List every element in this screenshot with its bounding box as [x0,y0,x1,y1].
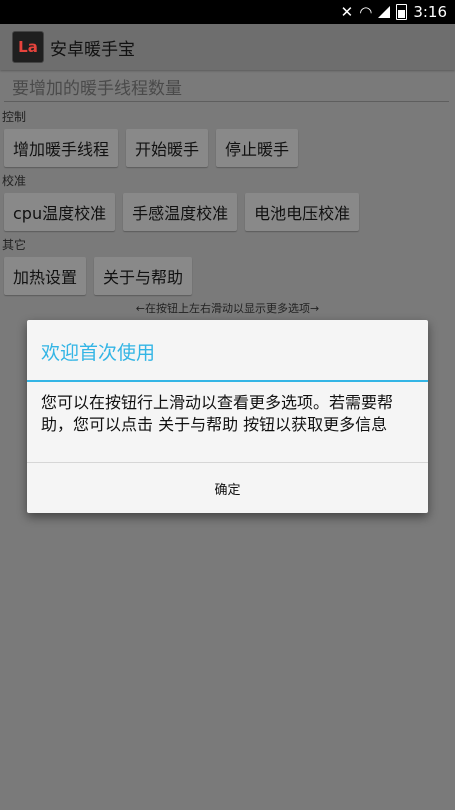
app-title: 安卓暖手宝 [50,39,135,60]
dialog-title-divider [27,380,428,382]
app-logo: La [12,31,44,63]
stop-warming-button[interactable]: 停止暖手 [216,129,299,167]
swipe-hint: ←在按钮上左右滑动以显示更多选项→ [135,302,320,315]
signal-icon [378,6,391,18]
battery-icon [396,4,408,20]
section-label-other: 其它 [2,238,27,252]
heating-settings-button[interactable]: 加热设置 [4,257,87,295]
hand-temp-calibration-button[interactable]: 手感温度校准 [123,193,238,231]
mute-icon: ✕ [340,3,354,21]
control-button-row[interactable]: 增加暖手线程 开始暖手 停止暖手 [4,129,299,167]
dialog-title: 欢迎首次使用 [41,342,156,364]
about-help-button[interactable]: 关于与帮助 [94,257,193,295]
status-time: 3:16 [413,3,447,21]
calibration-button-row[interactable]: cpu温度校准 手感温度校准 电池电压校准 [4,193,360,231]
start-warming-button[interactable]: 开始暖手 [126,129,209,167]
section-label-calibration: 校准 [2,174,27,188]
cpu-temp-calibration-button[interactable]: cpu温度校准 [4,193,116,231]
dialog-message: 您可以在按钮行上滑动以查看更多选项。若需要帮助，您可以点击 关于与帮助 按钮以获… [41,393,394,434]
wifi-icon: ◠ [359,3,373,21]
welcome-dialog: 欢迎首次使用 您可以在按钮行上滑动以查看更多选项。若需要帮助，您可以点击 关于与… [27,320,428,513]
status-bar: ✕ ◠ 3:16 [0,0,455,24]
battery-voltage-calibration-button[interactable]: 电池电压校准 [245,193,360,231]
other-button-row[interactable]: 加热设置 关于与帮助 [4,257,193,295]
app-bar: La 安卓暖手宝 [0,24,455,70]
dialog-ok-button[interactable]: 确定 [27,463,428,513]
thread-count-input[interactable]: 要增加的暖手线程数量 [4,76,449,102]
status-icons: ✕ ◠ 3:16 [341,3,447,21]
section-label-control: 控制 [2,110,27,124]
add-thread-button[interactable]: 增加暖手线程 [4,129,119,167]
